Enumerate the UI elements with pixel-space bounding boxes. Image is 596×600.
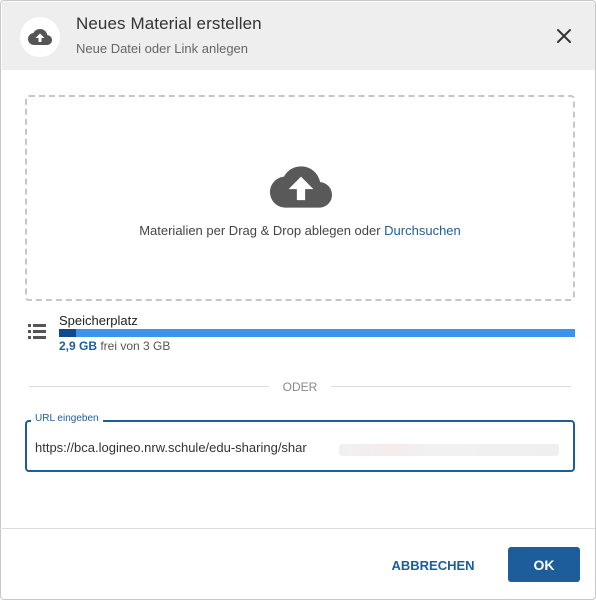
url-redacted-area: [339, 444, 559, 456]
cloud-upload-icon: [270, 166, 332, 208]
dialog-title: Neues Material erstellen: [76, 14, 262, 33]
dialog-header: Neues Material erstellen Neue Datei oder…: [2, 2, 595, 70]
storage-free-amount: 2,9 GB: [59, 339, 98, 353]
ok-button[interactable]: OK: [508, 547, 580, 582]
storage-label: Speicherplatz: [59, 313, 138, 328]
footer-separator: [2, 528, 595, 529]
close-icon: [557, 29, 571, 43]
url-field-label: URL eingeben: [31, 413, 103, 424]
close-button[interactable]: [552, 24, 576, 48]
browse-link[interactable]: Durchsuchen: [384, 223, 461, 238]
cancel-button[interactable]: ABBRECHEN: [381, 549, 485, 581]
divider-left-line: [29, 386, 269, 387]
storage-info: 2,9 GB frei von 3 GB: [59, 339, 170, 353]
dropzone-text: Materialien per Drag & Drop ablegen oder: [139, 223, 385, 238]
storage-used-fill: [59, 329, 77, 337]
dropzone-instructions: Materialien per Drag & Drop ablegen oder…: [27, 223, 573, 238]
create-material-dialog: Neues Material erstellen Neue Datei oder…: [0, 0, 596, 600]
storage-total-text: frei von 3 GB: [97, 339, 171, 353]
cloud-upload-icon: [20, 17, 60, 57]
url-field: [25, 420, 575, 472]
dialog-subtitle: Neue Datei oder Link anlegen: [76, 41, 249, 56]
storage-icon: [28, 324, 46, 339]
divider-right-line: [331, 386, 571, 387]
file-drop-zone[interactable]: Materialien per Drag & Drop ablegen oder…: [25, 95, 575, 301]
or-divider-label: ODER: [282, 380, 318, 394]
storage-usage-bar: [59, 329, 575, 337]
